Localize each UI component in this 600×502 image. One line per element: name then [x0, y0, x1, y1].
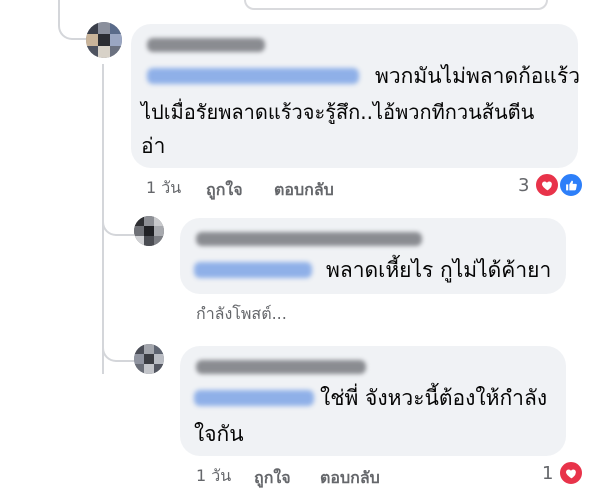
posting-status: กำลังโพสต์... [196, 304, 287, 323]
reply-connector-2 [102, 330, 134, 362]
reply-connector-1 [102, 190, 134, 236]
mention-redacted[interactable] [147, 68, 359, 84]
comment-time[interactable]: 1 วัน [146, 176, 181, 201]
thread-connector [58, 0, 86, 40]
mention-redacted[interactable] [194, 390, 314, 406]
like-icon[interactable] [558, 172, 584, 198]
author-name-redacted[interactable] [196, 360, 366, 374]
reply-button[interactable]: ตอบกลับ [320, 466, 380, 491]
heart-icon[interactable] [534, 172, 560, 198]
like-button[interactable]: ถูกใจ [254, 466, 291, 491]
reply-bubble: พลาดเหี้ยไร กูไม่ได้ค้ายา [180, 218, 566, 294]
comment-bubble: พวกมันไม่พลาดก้อแร้ว ไปเมื่อรัยพลาดแร้วจ… [131, 24, 581, 168]
reply-button[interactable]: ตอบกลับ [274, 178, 334, 203]
reply-bubble: ใช่พี่ จังหวะนี้ต้องให้กำลัง ใจกัน [180, 346, 566, 456]
reply-text-line: พลาดเหี้ยไร กูไม่ได้ค้ายา [326, 258, 552, 282]
avatar[interactable] [134, 216, 164, 246]
author-name-redacted[interactable] [196, 232, 422, 246]
reply-text-line: ใช่พี่ จังหวะนี้ต้องให้กำลัง [320, 386, 548, 410]
comment-time[interactable]: 1 วัน [196, 464, 231, 489]
mention-redacted[interactable] [194, 262, 312, 278]
author-name-redacted[interactable] [147, 38, 265, 52]
like-button[interactable]: ถูกใจ [206, 178, 243, 203]
comment-text-line: พวกมันไม่พลาดก้อแร้ว [375, 64, 581, 88]
reaction-count[interactable]: 3 [518, 175, 529, 196]
reply-text-line: ใจกัน [194, 422, 244, 446]
heart-icon[interactable] [558, 460, 584, 486]
avatar[interactable] [86, 22, 122, 58]
comment-text-line: ไปเมื่อรัยพลาดแร้วจะรู้สึก..ไอ้พวกทีกวนส… [141, 100, 535, 124]
avatar[interactable] [134, 344, 164, 374]
previous-comment-bubble-edge [244, 0, 548, 10]
comment-text-line: อ่า [141, 134, 166, 158]
reaction-count[interactable]: 1 [542, 463, 553, 484]
